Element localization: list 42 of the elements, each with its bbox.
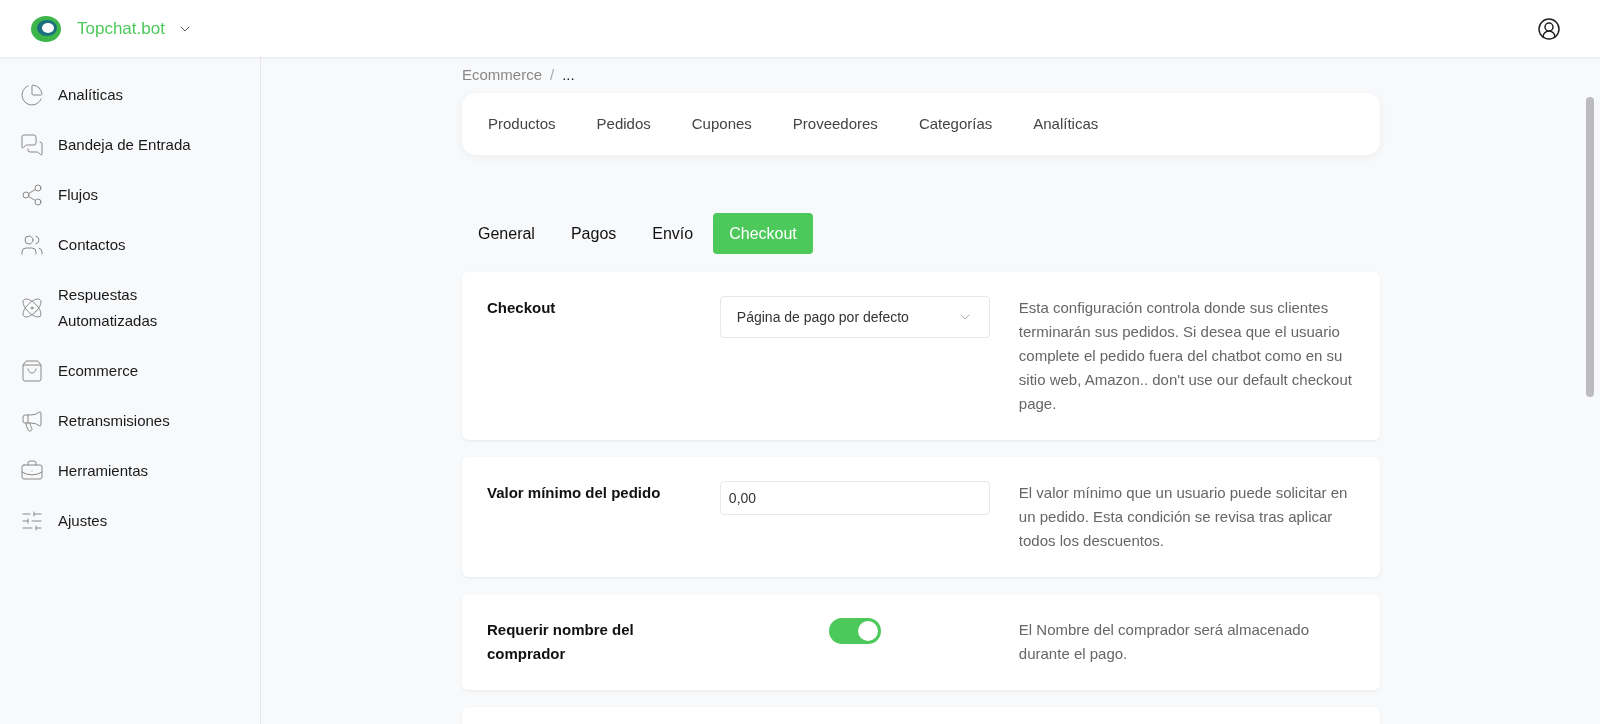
- chat-bubbles-icon: [20, 133, 44, 157]
- shopping-bag-icon: [20, 359, 44, 383]
- setting-label: Requerir nombre del comprador: [487, 620, 635, 664]
- setting-description: El Nombre del comprador será almacenado durante el pago.: [1018, 620, 1310, 664]
- toggle-switch[interactable]: [828, 618, 881, 644]
- megaphone-icon: [20, 409, 44, 433]
- user-avatar-icon[interactable]: [1537, 16, 1561, 41]
- logo-icon: [30, 14, 62, 43]
- sidebar-item[interactable]: Ajustes: [20, 496, 260, 546]
- sliders-icon: [20, 509, 44, 533]
- brand-name: Topchat.bot: [77, 17, 165, 40]
- toolbox-icon: [20, 459, 44, 483]
- sidebar-item[interactable]: Ecommerce: [20, 346, 260, 396]
- nav-link[interactable]: Categorías: [918, 112, 993, 136]
- setting-description: El valor mínimo que un usuario puede solicitar en un pedido. Esta condición se revisa tras aplicar todos los descuentos.: [1018, 483, 1349, 551]
- nav-link[interactable]: Productos: [488, 112, 556, 136]
- sidebar-item[interactable]: Herramientas: [20, 446, 260, 496]
- sidebar-item[interactable]: Respuestas Automatizadas: [20, 270, 260, 346]
- tab[interactable]: Pagos: [554, 213, 633, 254]
- sidebar-item[interactable]: Bandeja de Entrada: [20, 120, 260, 170]
- sidebar-item[interactable]: Retransmisiones: [20, 396, 260, 446]
- nav-link[interactable]: Pedidos: [596, 112, 651, 136]
- scrollbar[interactable]: [1586, 97, 1594, 397]
- nav-link[interactable]: Cupones: [691, 112, 752, 136]
- breadcrumb-separator: /: [550, 64, 555, 85]
- tab[interactable]: General: [462, 213, 551, 254]
- setting-label: Valor mínimo del pedido: [487, 483, 662, 503]
- tab[interactable]: Envío: [636, 213, 710, 254]
- atom-icon: [20, 296, 44, 320]
- nodes-icon: [20, 183, 44, 207]
- setting-description: Esta configuración controla donde sus clientes terminarán sus pedidos. Si desea que el usuario complete el pedido fuera del chatbot como en su sitio web, Amazon.. don't use our default checkout page.: [1018, 298, 1353, 414]
- people-icon: [20, 233, 44, 257]
- nav-link[interactable]: Proveedores: [792, 112, 878, 136]
- nav-link[interactable]: Analíticas: [1033, 112, 1099, 136]
- input-field[interactable]: 0,00: [719, 481, 990, 515]
- sidebar-item[interactable]: Analíticas: [20, 70, 260, 120]
- sidebar-item[interactable]: Flujos: [20, 170, 260, 220]
- checkout-select[interactable]: Página de pago por defecto: [719, 296, 990, 338]
- setting-label: Checkout: [487, 298, 557, 318]
- pie-chart-icon: [20, 83, 44, 107]
- breadcrumb-item: ...: [562, 64, 575, 85]
- sidebar-item[interactable]: Contactos: [20, 220, 260, 270]
